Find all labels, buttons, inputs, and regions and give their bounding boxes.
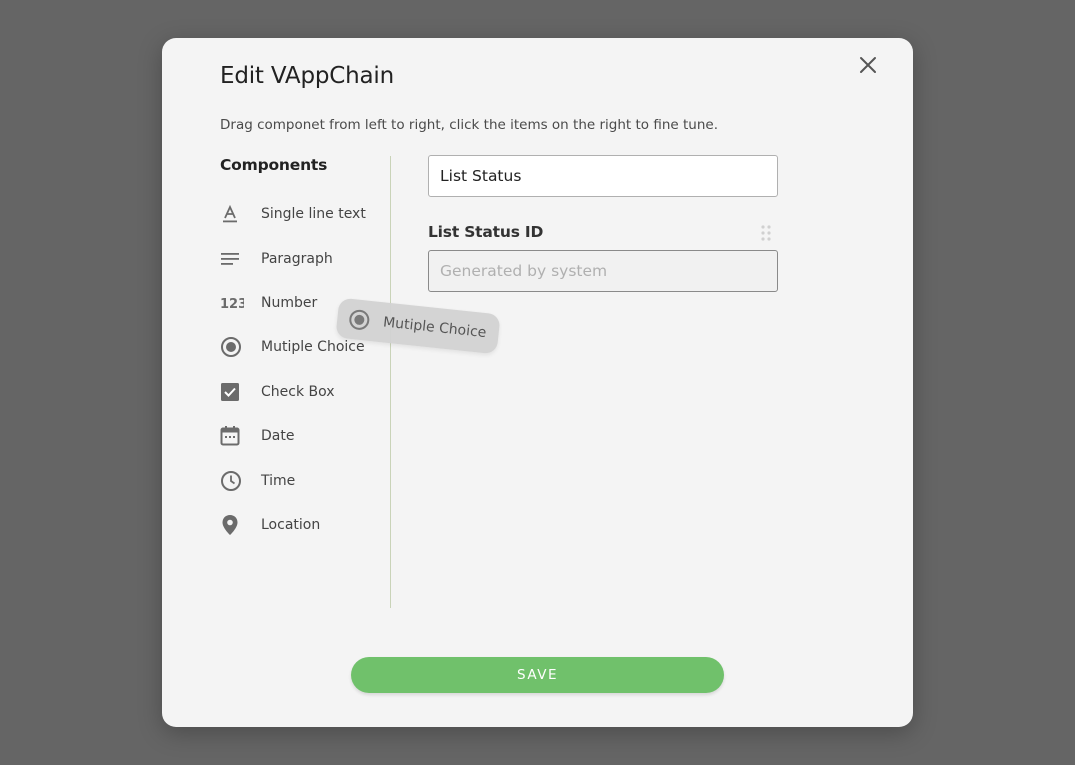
component-location[interactable]: Location: [220, 503, 390, 547]
edit-dialog: Edit VAppChain Drag componet from left t…: [162, 38, 913, 727]
list-name-input[interactable]: [428, 155, 778, 197]
clock-icon: [220, 467, 248, 495]
component-label: Check Box: [261, 383, 335, 400]
text-format-icon: [220, 200, 248, 228]
svg-text:123: 123: [220, 297, 244, 312]
component-label: Paragraph: [261, 250, 333, 267]
component-time[interactable]: Time: [220, 458, 390, 502]
dialog-title: Edit VAppChain: [220, 63, 394, 89]
number-icon: 123: [220, 289, 248, 317]
calendar-icon: [220, 422, 248, 450]
paragraph-icon: [220, 245, 248, 273]
checkbox-icon: [220, 378, 248, 406]
field-label: List Status ID: [428, 223, 544, 241]
component-label: Time: [261, 472, 296, 489]
component-label: Mutiple Choice: [261, 339, 365, 356]
panel-divider: [390, 156, 391, 608]
radio-button-icon: [347, 308, 371, 332]
component-label: Number: [261, 294, 318, 311]
component-label: Date: [261, 428, 295, 445]
components-heading: Components: [220, 156, 328, 174]
location-pin-icon: [220, 511, 248, 539]
close-button[interactable]: [856, 53, 880, 77]
dragged-component-label: Mutiple Choice: [382, 314, 488, 342]
component-paragraph[interactable]: Paragraph: [220, 236, 390, 280]
drag-handle[interactable]: [760, 224, 772, 242]
component-label: Location: [261, 516, 321, 533]
component-single-line-text[interactable]: Single line text: [220, 192, 390, 236]
components-panel: Components Single line text Paragraph 12…: [220, 156, 390, 547]
close-icon: [860, 57, 876, 73]
drag-handle-icon: [761, 225, 771, 241]
radio-button-icon: [220, 333, 248, 361]
dialog-subtitle: Drag componet from left to right, click …: [220, 117, 718, 133]
list-status-id-field[interactable]: [428, 250, 778, 292]
save-button[interactable]: SAVE: [351, 657, 724, 693]
component-check-box[interactable]: Check Box: [220, 370, 390, 414]
component-date[interactable]: Date: [220, 414, 390, 458]
component-label: Single line text: [261, 206, 366, 223]
